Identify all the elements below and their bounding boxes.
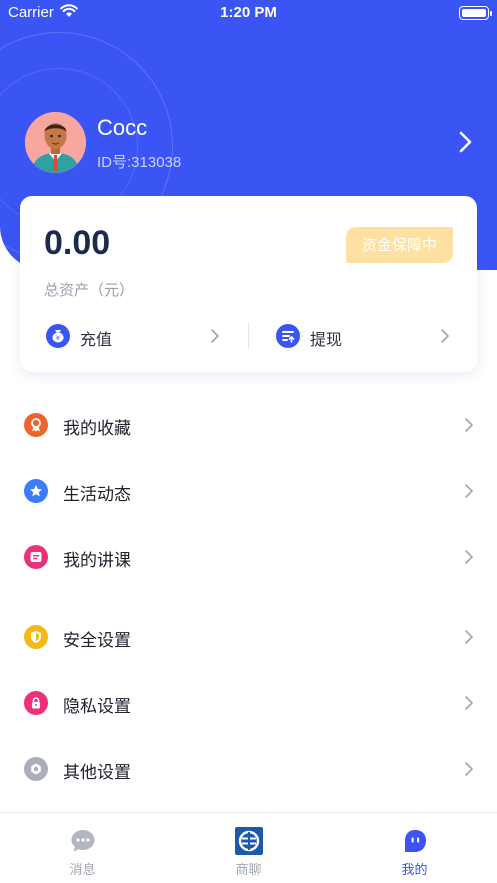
profile-chevron-icon[interactable] [456, 128, 476, 156]
note-icon [24, 545, 48, 569]
menu-item-privacy-settings[interactable]: 隐私设置 [0, 678, 497, 728]
menu-item-security-settings[interactable]: 安全设置 [0, 612, 497, 662]
user-name: Cocc [97, 115, 148, 140]
tab-label: 商聊 [235, 863, 262, 878]
recharge-button[interactable]: ¥ 充值 [46, 322, 226, 350]
chevron-right-icon [464, 417, 474, 433]
gear-icon [24, 757, 48, 781]
fund-protection-badge: 资金保障中 [346, 227, 453, 263]
chevron-right-icon [464, 629, 474, 645]
lock-icon [24, 691, 48, 715]
chevron-right-icon [464, 483, 474, 499]
tab-label: 消息 [69, 863, 96, 878]
chevron-right-icon [464, 761, 474, 777]
withdraw-button[interactable]: 提现 [276, 322, 456, 350]
menu-item-other-settings[interactable]: 其他设置 [0, 744, 497, 794]
menu-item-favorites[interactable]: 我的收藏 [0, 400, 497, 450]
shield-icon [24, 625, 48, 649]
menu-item-life-updates[interactable]: 生活动态 [0, 466, 497, 516]
withdraw-icon [276, 324, 300, 348]
action-divider [248, 322, 249, 348]
avatar[interactable] [25, 112, 86, 173]
tab-me[interactable]: 我的 [332, 813, 497, 883]
menu-item-my-lectures[interactable]: 我的讲课 [0, 532, 497, 582]
recharge-label: 充值 [80, 330, 113, 349]
menu-item-label: 我的讲课 [63, 551, 131, 571]
user-id: ID号:313038 [97, 154, 182, 171]
menu-item-label: 安全设置 [63, 631, 131, 651]
menu-item-label: 其他设置 [63, 763, 131, 783]
tab-business-chat[interactable]: 商聊 [166, 813, 331, 883]
tab-bar: 消息 商聊 我的 [0, 812, 497, 883]
chat-bubble-icon [69, 827, 97, 855]
face-icon [401, 827, 429, 855]
wallet-card: 0.00 资金保障中 总资产（元） ¥ 充值 提现 [20, 196, 477, 372]
menu-item-label: 生活动态 [63, 485, 131, 505]
chevron-right-icon [440, 328, 450, 344]
menu-item-label: 隐私设置 [63, 697, 131, 717]
star-icon [24, 479, 48, 503]
total-assets-label: 总资产（元） [44, 281, 135, 299]
status-bar: Carrier 1:20 PM [0, 0, 497, 26]
money-bag-icon: ¥ [46, 324, 70, 348]
svg-text:¥: ¥ [56, 334, 60, 342]
menu-item-label: 我的收藏 [63, 419, 131, 439]
tab-messages[interactable]: 消息 [0, 813, 165, 883]
balance-amount: 0.00 [44, 224, 111, 262]
logo-icon [235, 827, 263, 855]
tab-label: 我的 [401, 863, 428, 878]
chevron-right-icon [464, 695, 474, 711]
ribbon-icon [24, 413, 48, 437]
withdraw-label: 提现 [310, 330, 343, 349]
clock: 1:20 PM [220, 4, 277, 21]
chevron-right-icon [210, 328, 220, 344]
chevron-right-icon [464, 549, 474, 565]
battery-icon [459, 6, 492, 20]
